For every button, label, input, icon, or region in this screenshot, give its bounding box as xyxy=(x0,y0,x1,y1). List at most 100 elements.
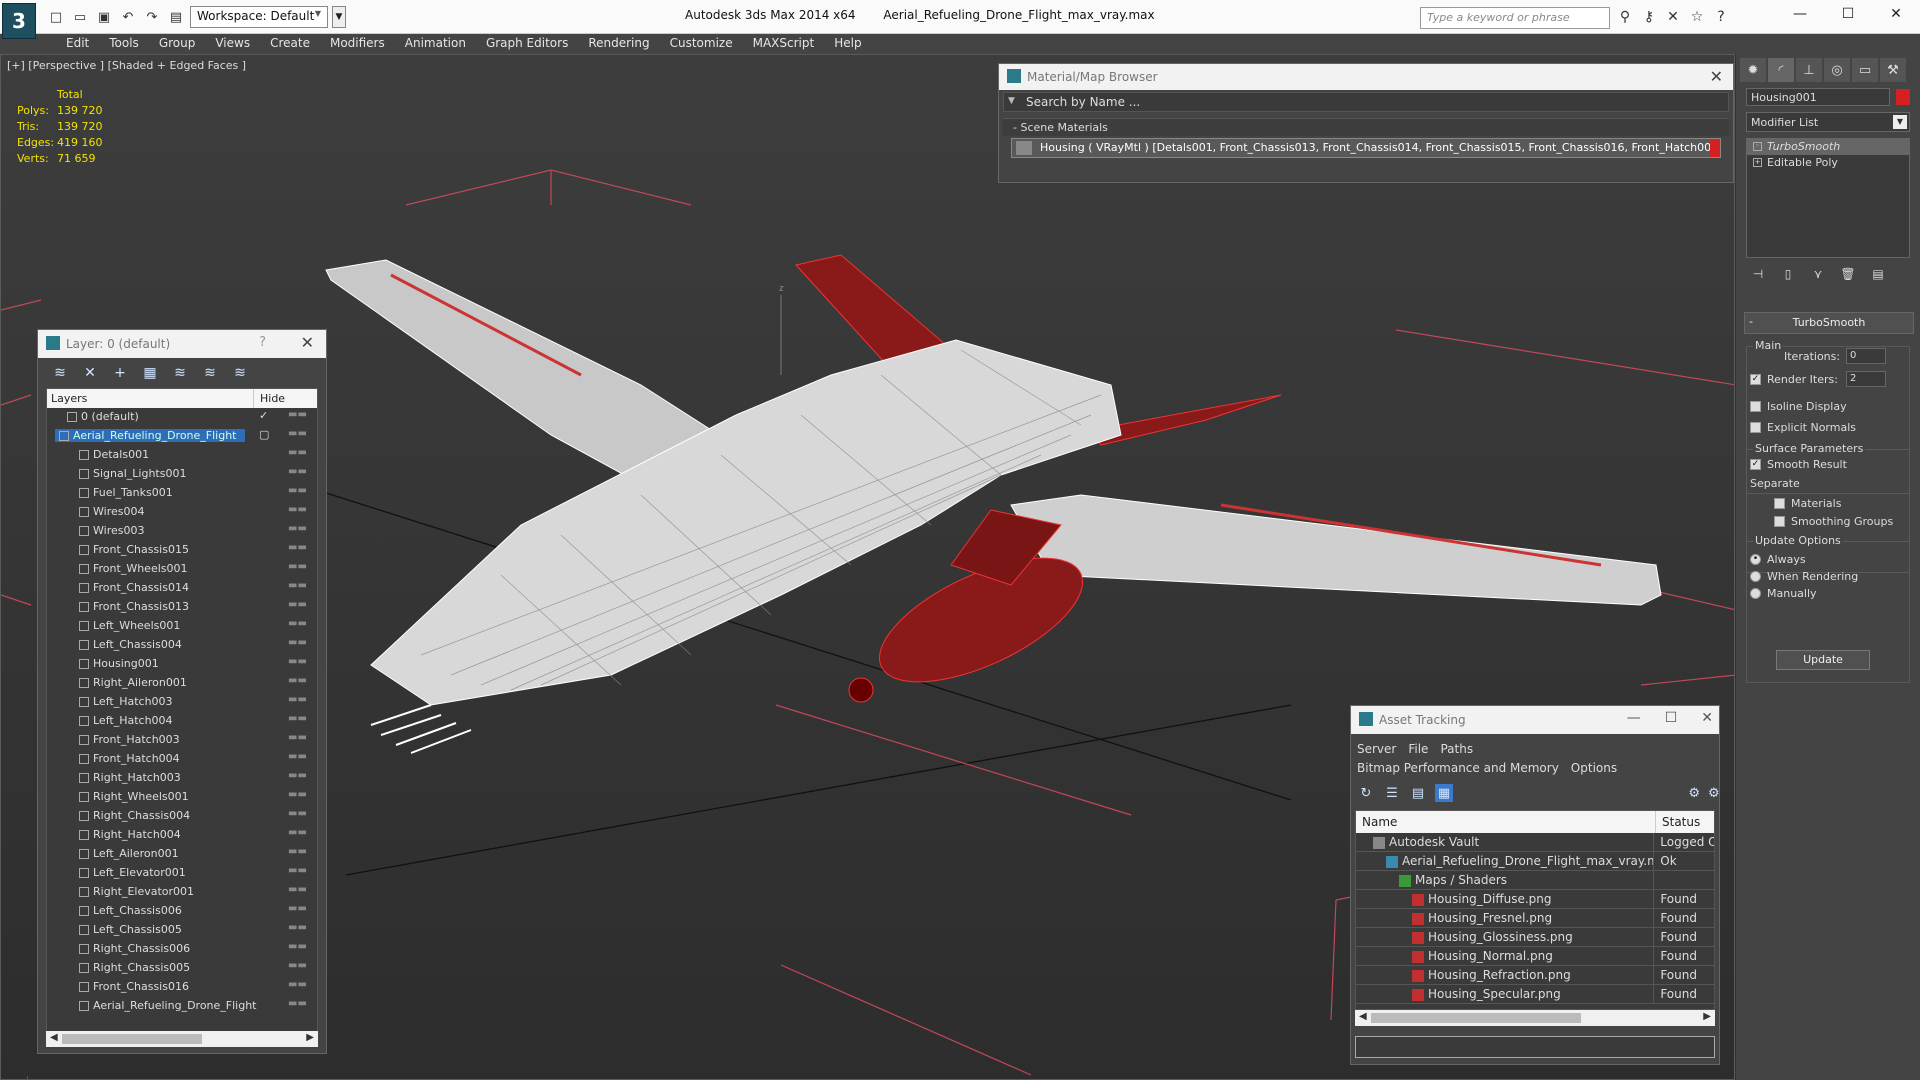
layer-row[interactable]: Left_Elevator001 ▬▬ xyxy=(47,864,317,883)
asset-row[interactable]: Housing_Specular.png Found xyxy=(1356,985,1714,1004)
stack-item-turbosmooth[interactable]: ◦ TurboSmooth xyxy=(1747,139,1909,155)
layer-row[interactable]: Left_Hatch004 ▬▬ xyxy=(47,712,317,731)
material-item[interactable]: Housing ( VRayMtl ) [Detals001, Front_Ch… xyxy=(1011,138,1721,158)
layers-column-header[interactable]: Layers xyxy=(47,389,254,408)
exchange-icon[interactable]: ✕ xyxy=(1664,8,1682,26)
material-browser-titlebar[interactable]: Material/Map Browser ✕ xyxy=(999,64,1733,90)
layer-row[interactable]: Right_Chassis006 ▬▬ xyxy=(47,940,317,959)
asset-table[interactable]: Name Status Autodesk Vault Logged O Aerial… xyxy=(1355,810,1715,1010)
object-name-field[interactable]: Housing001 xyxy=(1746,88,1890,106)
asset-row[interactable]: Housing_Glossiness.png Found xyxy=(1356,928,1714,947)
layer-list[interactable]: Layers Hide 0 (default) ✓ ▬▬ Aerial_Refueli… xyxy=(46,388,318,1036)
vault-settings-icon[interactable]: ⚙ xyxy=(1708,784,1720,802)
material-search-input[interactable]: Search by Name ... xyxy=(1003,92,1729,112)
manually-radio[interactable]: Manually xyxy=(1750,587,1817,600)
minimize-icon[interactable]: — xyxy=(1776,0,1824,28)
asset-row[interactable]: Housing_Normal.png Found xyxy=(1356,947,1714,966)
hide-toggle-icon[interactable]: ▬▬ xyxy=(288,789,307,800)
hide-toggle-icon[interactable]: ▬▬ xyxy=(288,922,307,933)
layer-row[interactable]: Wires003 ▬▬ xyxy=(47,522,317,541)
layer-row[interactable]: Left_Chassis006 ▬▬ xyxy=(47,902,317,921)
hide-toggle-icon[interactable]: ▬▬ xyxy=(288,409,307,420)
asset-menu-bitmap-performance-and-memory[interactable]: Bitmap Performance and Memory xyxy=(1357,759,1559,778)
menu-item-tools[interactable]: Tools xyxy=(99,34,149,54)
turbosmooth-rollout-header[interactable]: TurboSmooth xyxy=(1744,312,1914,334)
hide-toggle-icon[interactable]: ▬▬ xyxy=(288,428,307,439)
hide-toggle-icon[interactable]: ▬▬ xyxy=(288,713,307,724)
stack-item-editable-poly[interactable]: + Editable Poly xyxy=(1747,155,1909,171)
list-view-icon[interactable]: ☰ xyxy=(1383,784,1401,802)
set-current-layer-icon[interactable]: ▢ xyxy=(259,428,269,441)
asset-row[interactable]: Aerial_Refueling_Drone_Flight_max_vray.m… xyxy=(1356,852,1714,871)
hide-toggle-icon[interactable]: ▬▬ xyxy=(288,998,307,1009)
scroll-right-icon[interactable]: ▶ xyxy=(1703,1011,1711,1022)
workspace-dropdown[interactable]: Workspace: Default ▼ xyxy=(190,6,328,28)
hide-toggle-icon[interactable]: ▬▬ xyxy=(288,466,307,477)
app-logo-icon[interactable]: 3 xyxy=(2,3,36,39)
hide-toggle-icon[interactable]: ▬▬ xyxy=(288,561,307,572)
motion-tab-icon[interactable]: ◎ xyxy=(1824,58,1850,82)
name-column-header[interactable]: Name xyxy=(1356,811,1656,833)
layer-row[interactable]: Front_Wheels001 ▬▬ xyxy=(47,560,317,579)
when-rendering-radio[interactable]: When Rendering xyxy=(1750,570,1858,583)
hide-toggle-icon[interactable]: ▬▬ xyxy=(288,979,307,990)
render-iters-checkbox[interactable]: ✓ Render Iters: xyxy=(1750,373,1838,386)
status-column-header[interactable]: Status xyxy=(1656,811,1706,833)
menu-item-views[interactable]: Views xyxy=(205,34,260,54)
menu-item-graph-editors[interactable]: Graph Editors xyxy=(476,34,578,54)
iterations-spinner[interactable]: 0 xyxy=(1846,348,1886,364)
layer-row[interactable]: Right_Aileron001 ▬▬ xyxy=(47,674,317,693)
layer-row[interactable]: Left_Chassis005 ▬▬ xyxy=(47,921,317,940)
layer-row[interactable]: Front_Chassis014 ▬▬ xyxy=(47,579,317,598)
modifier-list-dropdown[interactable]: Modifier List xyxy=(1746,112,1910,132)
close-icon[interactable]: ✕ xyxy=(301,333,314,352)
menu-item-customize[interactable]: Customize xyxy=(660,34,743,54)
asset-row[interactable]: Housing_Fresnel.png Found xyxy=(1356,909,1714,928)
asset-tracking-titlebar[interactable]: Asset Tracking — ☐ ✕ xyxy=(1351,706,1719,734)
create-tab-icon[interactable]: ✹ xyxy=(1740,58,1766,82)
asset-row[interactable]: Housing_Refraction.png Found xyxy=(1356,966,1714,985)
create-layer-icon[interactable]: ≋ xyxy=(50,363,70,383)
scroll-right-icon[interactable]: ▶ xyxy=(306,1032,314,1043)
hide-toggle-icon[interactable]: ▬▬ xyxy=(288,751,307,762)
smoothing-groups-checkbox[interactable]: Smoothing Groups xyxy=(1774,515,1893,528)
layer-row[interactable]: Right_Chassis004 ▬▬ xyxy=(47,807,317,826)
asset-menu-paths[interactable]: Paths xyxy=(1440,740,1473,759)
expand-icon[interactable]: + xyxy=(1753,158,1762,167)
hide-toggle-icon[interactable]: ▬▬ xyxy=(288,447,307,458)
scroll-left-icon[interactable]: ◀ xyxy=(50,1032,58,1043)
layer-row[interactable]: Right_Elevator001 ▬▬ xyxy=(47,883,317,902)
layer-row[interactable]: Right_Chassis005 ▬▬ xyxy=(47,959,317,978)
scroll-thumb[interactable] xyxy=(62,1034,202,1044)
select-objects-icon[interactable]: ▦ xyxy=(140,363,160,383)
layer-row[interactable]: Signal_Lights001 ▬▬ xyxy=(47,465,317,484)
asset-menu-options[interactable]: Options xyxy=(1571,759,1617,778)
star-icon[interactable]: ☆ xyxy=(1688,8,1706,26)
layer-row[interactable]: 0 (default) ✓ ▬▬ xyxy=(47,408,317,427)
hide-toggle-icon[interactable]: ▬▬ xyxy=(288,542,307,553)
close-icon[interactable]: ✕ xyxy=(1710,67,1723,86)
menu-item-modifiers[interactable]: Modifiers xyxy=(320,34,395,54)
scene-materials-section[interactable]: - Scene Materials xyxy=(1003,118,1729,136)
layer-row[interactable]: Front_Hatch003 ▬▬ xyxy=(47,731,317,750)
hide-toggle-icon[interactable]: ▬▬ xyxy=(288,808,307,819)
layer-row[interactable]: Right_Hatch004 ▬▬ xyxy=(47,826,317,845)
horizontal-scrollbar[interactable]: ◀ ▶ xyxy=(46,1031,318,1047)
hide-toggle-icon[interactable]: ▬▬ xyxy=(288,960,307,971)
hide-toggle-icon[interactable]: ▬▬ xyxy=(288,732,307,743)
layer-row[interactable]: Wires004 ▬▬ xyxy=(47,503,317,522)
asset-row[interactable]: Maps / Shaders xyxy=(1356,871,1714,890)
tree-view-icon[interactable]: ▤ xyxy=(1409,784,1427,802)
freeze-all-icon[interactable]: ≋ xyxy=(230,363,250,383)
maximize-icon[interactable]: ☐ xyxy=(1824,0,1872,28)
redo-icon[interactable]: ↷ xyxy=(142,7,162,27)
help-icon[interactable]: ? xyxy=(259,335,266,350)
new-file-icon[interactable]: □ xyxy=(46,7,66,27)
layer-row[interactable]: Front_Chassis016 ▬▬ xyxy=(47,978,317,997)
asset-menu-file[interactable]: File xyxy=(1408,740,1428,759)
open-file-icon[interactable]: ▭ xyxy=(70,7,90,27)
always-radio[interactable]: • Always xyxy=(1750,553,1806,566)
table-view-icon[interactable]: ▦ xyxy=(1435,784,1453,802)
asset-path-field[interactable] xyxy=(1355,1036,1715,1058)
hide-toggle-icon[interactable]: ▬▬ xyxy=(288,618,307,629)
